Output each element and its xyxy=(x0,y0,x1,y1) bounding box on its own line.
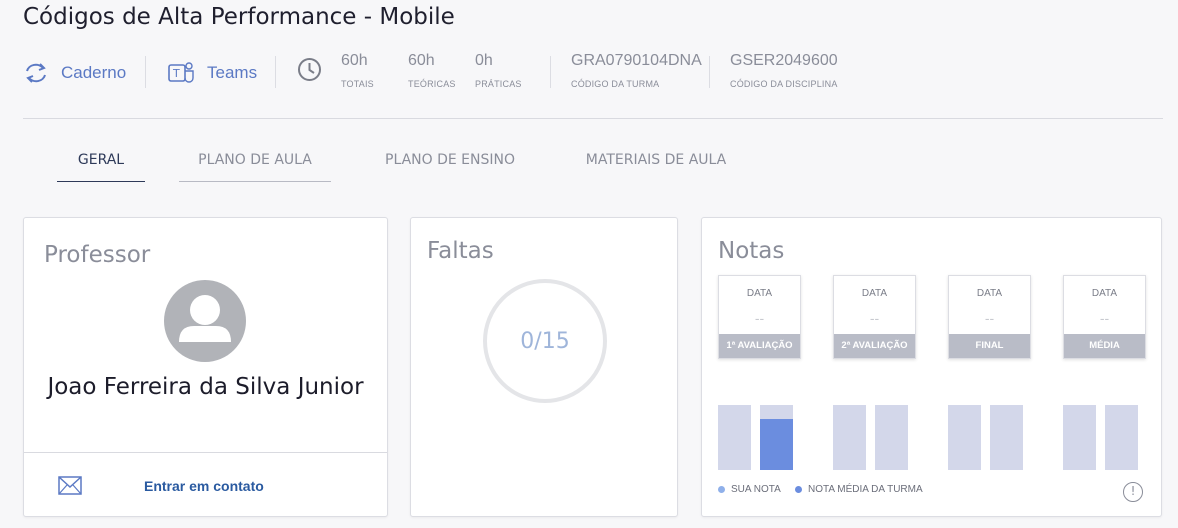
tab-geral[interactable]: GERAL xyxy=(57,152,145,168)
hours-theory-label: TEÓRICAS xyxy=(408,79,456,89)
hours-practice: 0h PRÁTICAS xyxy=(475,52,522,96)
hours-theory-value: 60h xyxy=(408,52,435,69)
grade-card-final[interactable]: DATA -- FINAL xyxy=(948,275,1031,359)
tab-geral-underline xyxy=(57,181,145,182)
grades-title: Notas xyxy=(718,238,785,264)
grades-card: Notas DATA -- 1ª AVALIAÇÃO DATA -- 2ª AV… xyxy=(701,217,1162,517)
divider xyxy=(145,56,146,88)
caderno-link[interactable]: Caderno xyxy=(23,58,126,88)
hours-practice-value: 0h xyxy=(475,52,493,69)
grade-date-label: DATA xyxy=(976,288,1003,299)
header-divider xyxy=(23,118,1163,119)
hours-total-value: 60h xyxy=(341,52,368,69)
hours-total: 60h TOTAIS xyxy=(341,52,374,96)
hours-theory: 60h TEÓRICAS xyxy=(408,52,456,96)
grade-date-value: -- xyxy=(869,310,880,326)
grade-card-second[interactable]: DATA -- 2ª AVALIAÇÃO xyxy=(833,275,916,359)
legend-dot-media-turma xyxy=(795,486,802,493)
teams-icon: T xyxy=(168,62,194,83)
class-code-value: GRA0790104DNA xyxy=(571,52,702,69)
absences-ring: 0/15 xyxy=(483,279,607,403)
professor-name: Joao Ferreira da Silva Junior xyxy=(47,374,364,400)
grade-label: 2ª AVALIAÇÃO xyxy=(834,334,915,358)
discipline-code-value: GSER2049600 xyxy=(730,52,838,69)
legend-sua-nota-label: SUA NOTA xyxy=(731,484,781,495)
grade-date-value: -- xyxy=(984,310,995,326)
sync-icon xyxy=(26,63,46,83)
info-icon[interactable]: ! xyxy=(1123,482,1143,502)
grade-label: FINAL xyxy=(949,334,1030,358)
avatar xyxy=(164,280,246,362)
bar-sua-nota xyxy=(948,405,981,470)
svg-text:T: T xyxy=(172,67,180,80)
grade-label: MÉDIA xyxy=(1064,334,1145,358)
discipline-code-label: CÓDIGO DA DISCIPLINA xyxy=(730,79,838,89)
bar-fill-media-turma xyxy=(760,419,793,470)
hours-practice-label: PRÁTICAS xyxy=(475,79,522,89)
bar-media-turma xyxy=(1105,405,1138,470)
legend-sua-nota: SUA NOTA xyxy=(718,484,781,495)
absences-title: Faltas xyxy=(427,238,494,264)
card-divider xyxy=(24,452,387,453)
class-code: GRA0790104DNA CÓDIGO DA TURMA xyxy=(571,52,702,96)
absences-card: Faltas 0/15 xyxy=(410,217,678,517)
user-icon xyxy=(179,295,231,342)
divider xyxy=(709,56,710,88)
contact-link[interactable]: Entrar em contato xyxy=(144,478,264,494)
grade-date-value: -- xyxy=(1099,310,1110,326)
professor-card: Professor Joao Ferreira da Silva Junior … xyxy=(23,217,388,517)
tab-plano-de-aula[interactable]: PLANO DE AULA xyxy=(179,152,331,168)
hours-total-label: TOTAIS xyxy=(341,79,374,89)
clock-icon xyxy=(297,57,322,101)
grade-date-value: -- xyxy=(754,310,765,326)
caderno-label: Caderno xyxy=(61,63,127,82)
legend-media-turma-label: NOTA MÉDIA DA TURMA xyxy=(808,484,923,495)
professor-title: Professor xyxy=(44,242,151,268)
course-info-bar: Caderno T Teams 60h TOTAIS 60h TEÓRICAS … xyxy=(23,52,1163,96)
bar-media-turma xyxy=(990,405,1023,470)
divider xyxy=(275,56,276,88)
bar-sua-nota xyxy=(718,405,751,470)
bar-sua-nota xyxy=(1063,405,1096,470)
grade-label: 1ª AVALIAÇÃO xyxy=(719,334,800,358)
legend-dot-sua-nota xyxy=(718,486,725,493)
page-title: Códigos de Alta Performance - Mobile xyxy=(23,4,455,30)
grade-date-label: DATA xyxy=(746,288,773,299)
bar-media-turma xyxy=(875,405,908,470)
teams-label: Teams xyxy=(207,63,258,82)
mail-icon[interactable] xyxy=(58,476,82,500)
discipline-code: GSER2049600 CÓDIGO DA DISCIPLINA xyxy=(730,52,838,96)
grade-card-first[interactable]: DATA -- 1ª AVALIAÇÃO xyxy=(718,275,801,359)
legend-media-turma: NOTA MÉDIA DA TURMA xyxy=(795,484,923,495)
tab-plano-de-aula-underline xyxy=(179,181,331,182)
grade-date-label: DATA xyxy=(1091,288,1118,299)
bar-sua-nota xyxy=(833,405,866,470)
class-code-label: CÓDIGO DA TURMA xyxy=(571,79,660,89)
grade-card-average[interactable]: DATA -- MÉDIA xyxy=(1063,275,1146,359)
grade-date-label: DATA xyxy=(861,288,888,299)
tab-plano-de-ensino[interactable]: PLANO DE ENSINO xyxy=(376,152,524,168)
teams-link[interactable]: T Teams xyxy=(167,58,257,88)
bar-media-turma xyxy=(760,405,793,470)
divider xyxy=(550,56,551,88)
tab-materiais-de-aula[interactable]: MATERIAIS DE AULA xyxy=(576,152,736,168)
absences-value: 0/15 xyxy=(520,328,570,354)
